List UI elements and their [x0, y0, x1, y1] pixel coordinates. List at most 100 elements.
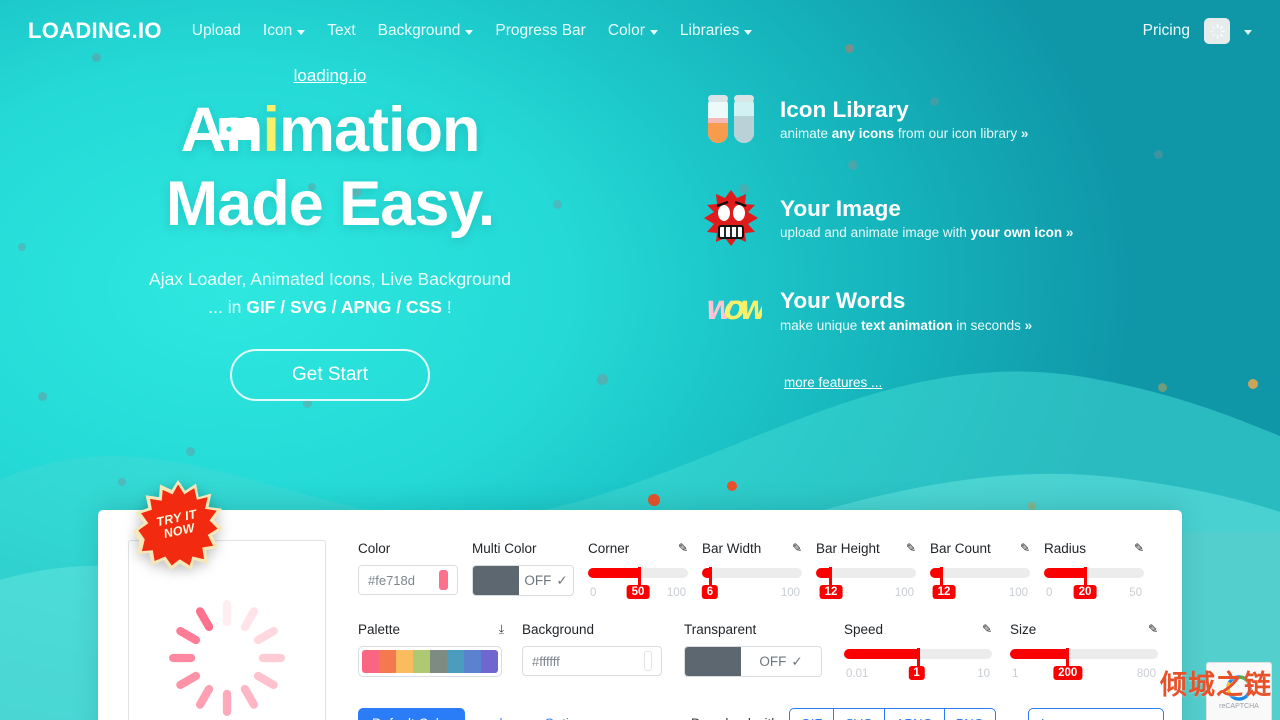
edit-pencil-icon[interactable]: ✎: [1020, 542, 1030, 554]
palette-swatch[interactable]: [447, 650, 464, 673]
hero-section: loading.io Animation Made Easy. Ajax Loa…: [0, 66, 660, 402]
more-features-link[interactable]: more features ...: [784, 375, 882, 390]
bar-width-slider[interactable]: [702, 567, 802, 591]
radius-slider[interactable]: [1044, 567, 1144, 591]
edit-pencil-icon[interactable]: ✎: [1134, 542, 1144, 554]
background-swatch-icon[interactable]: [644, 651, 652, 671]
edit-pencil-icon[interactable]: ✎: [792, 542, 802, 554]
nav-item-upload[interactable]: Upload: [192, 22, 241, 40]
feature-body: Your Words make unique text animation in…: [780, 288, 1032, 333]
nav-item-progress-bar[interactable]: Progress Bar: [495, 22, 585, 40]
nav-item-text[interactable]: Text: [327, 22, 355, 40]
slider-fill: [816, 568, 829, 578]
download-gif-button[interactable]: GIF: [788, 708, 834, 720]
slider-min: 0: [1046, 587, 1053, 599]
nav-item-pricing[interactable]: Pricing: [1143, 22, 1190, 40]
control-label-row: Palette ⤓: [358, 619, 505, 639]
clear-link[interactable]: clear: [493, 716, 522, 720]
control-label: Size: [1010, 621, 1037, 637]
control-label: Corner: [588, 540, 630, 556]
nav-item-icon[interactable]: Icon: [262, 22, 306, 40]
features-list: Icon Library animate any icons from our …: [700, 90, 1170, 392]
feature-title: Icon Library: [780, 96, 909, 122]
feature-item-icon-library[interactable]: Icon Library animate any icons from our …: [700, 90, 1170, 148]
toggle-value: OFF: [524, 573, 552, 588]
transparent-toggle[interactable]: OFF ✓: [684, 646, 822, 677]
default-color-button[interactable]: Default Color: [358, 708, 465, 720]
get-start-button[interactable]: Get Start: [230, 349, 430, 402]
palette-swatch[interactable]: [430, 650, 447, 673]
download-svg-button[interactable]: SVG: [833, 708, 884, 720]
toggle-label: OFF ✓: [741, 647, 821, 676]
slider-min: 0.01: [846, 668, 869, 680]
toggle-knob: [473, 566, 519, 595]
controls-row-1: Color #fe718d Multi Color OFF ✓ Corner ✎…: [358, 538, 1164, 603]
try-it-now-badge[interactable]: TRY IT NOW: [133, 480, 223, 570]
palette-swatch[interactable]: [362, 650, 379, 673]
palette-swatch[interactable]: [481, 650, 498, 673]
slider-value: 1: [908, 666, 925, 680]
slider-min: 1: [1012, 668, 1019, 680]
hero-subtitle-formats: GIF / SVG / APNG / CSS: [246, 297, 442, 318]
control-background: Background #ffffff: [522, 619, 662, 684]
palette-swatches[interactable]: [358, 646, 502, 677]
image-sequence-label: Image sequence: [1041, 716, 1137, 720]
color-swatch-icon[interactable]: [439, 570, 448, 590]
feature-description: animate any icons from our icon library …: [780, 126, 1028, 141]
control-label: Radius: [1044, 540, 1087, 556]
speed-slider[interactable]: [844, 648, 992, 672]
control-bar-height: Bar Height ✎ 1 12 100: [816, 538, 916, 603]
nav-label: Icon: [262, 22, 293, 39]
image-sequence-button[interactable]: Image sequence: [1027, 708, 1164, 720]
edit-pencil-icon[interactable]: ✎: [982, 623, 992, 635]
palette-swatch[interactable]: [379, 650, 396, 673]
nav-item-background[interactable]: Background: [378, 22, 474, 40]
chevron-right-icon: »: [1020, 126, 1029, 142]
toggle-label: OFF ✓: [519, 566, 573, 595]
spinner-preview-icon: [169, 600, 285, 716]
slider-value: 6: [701, 585, 719, 599]
chevron-double-down-icon[interactable]: ⤓: [499, 623, 505, 635]
color-input[interactable]: #fe718d: [358, 565, 458, 595]
options-link[interactable]: Options: [544, 716, 591, 720]
language-switcher-button[interactable]: [1204, 18, 1230, 44]
control-label-row: Bar Count ✎: [930, 538, 1030, 558]
palette-swatch[interactable]: [413, 650, 430, 673]
nav-item-libraries[interactable]: Libraries: [680, 22, 753, 40]
edit-pencil-icon[interactable]: ✎: [678, 542, 688, 554]
feature-item-your-image[interactable]: Your Image upload and animate image with…: [700, 189, 1170, 247]
chevron-down-icon[interactable]: [1244, 30, 1252, 35]
control-transparent: Transparent OFF ✓: [684, 619, 822, 684]
nav-label: Text: [327, 22, 356, 39]
feature-desc-post: in seconds: [952, 317, 1025, 333]
edit-pencil-icon[interactable]: ✎: [1148, 623, 1158, 635]
check-icon: ✓: [556, 572, 568, 588]
control-label-row: Bar Width ✎: [702, 538, 802, 558]
slider-value: 200: [1053, 666, 1083, 680]
hero-subtitle-line1: Ajax Loader, Animated Icons, Live Backgr…: [149, 269, 511, 290]
size-slider[interactable]: [1010, 648, 1158, 672]
background-color-input[interactable]: #ffffff: [522, 646, 662, 676]
download-apng-button[interactable]: APNG: [883, 708, 944, 720]
slider-scale: 0 20 50: [1044, 585, 1144, 603]
download-png-button[interactable]: PNG: [943, 708, 996, 720]
feature-item-your-words[interactable]: W O W Your Words make unique text animat…: [700, 288, 1170, 333]
bar-height-slider[interactable]: [816, 567, 916, 591]
control-speed: Speed ✎ 0.01 1 10: [844, 619, 992, 684]
loading-io-link[interactable]: loading.io: [0, 66, 660, 86]
corner-slider[interactable]: [588, 567, 688, 591]
decor-dot: [727, 481, 737, 491]
palette-swatch[interactable]: [464, 650, 481, 673]
nav-item-color[interactable]: Color: [608, 22, 658, 40]
chevron-down-icon: [744, 30, 753, 35]
multi-color-toggle[interactable]: OFF ✓: [472, 565, 574, 596]
edit-pencil-icon[interactable]: ✎: [906, 542, 916, 554]
page-title: Animation Made Easy.: [0, 94, 660, 241]
brand-logo[interactable]: LOADING.IO: [28, 18, 162, 44]
hero-subtitle-prefix: ... in: [208, 297, 247, 318]
angry-face-icon: [704, 190, 758, 246]
palette-swatch[interactable]: [396, 650, 413, 673]
feature-icon-wrap: [700, 90, 762, 148]
bar-count-slider[interactable]: [930, 567, 1030, 591]
loading-spinner-icon: [1209, 23, 1225, 39]
